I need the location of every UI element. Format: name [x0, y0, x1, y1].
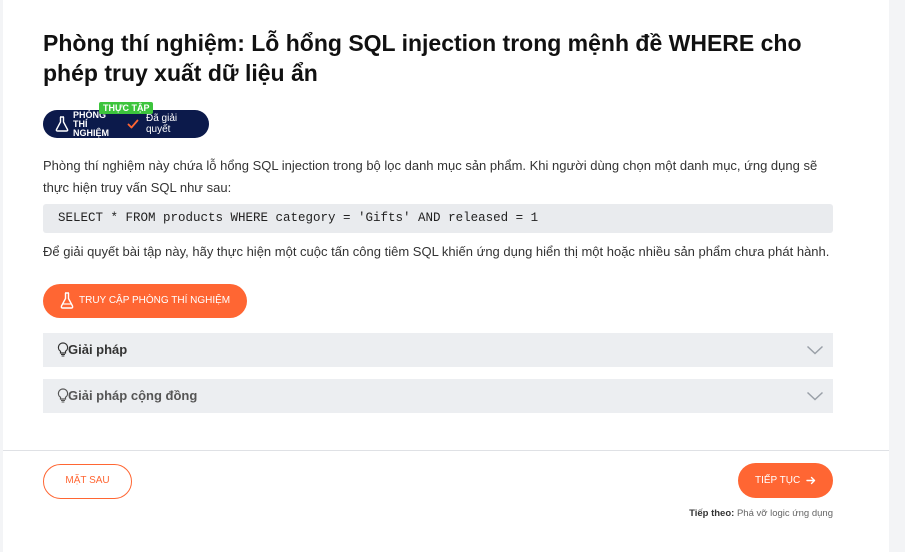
continue-button[interactable]: TIẾP TỤC	[738, 463, 833, 498]
badge-type-label: PHÒNG THÍ NGHIỆM	[73, 110, 109, 138]
lab-status-badge: PHÒNG THÍ NGHIỆM Đã giải quyết	[43, 110, 209, 138]
solution-label: Giải pháp	[68, 342, 128, 357]
lab-description: Phòng thí nghiệm này chứa lỗ hổng SQL in…	[43, 158, 818, 195]
flask-icon	[55, 116, 69, 132]
solution-accordion[interactable]: Giải pháp	[43, 333, 833, 367]
chevron-down-icon[interactable]	[806, 390, 824, 402]
footer-divider	[3, 450, 889, 451]
arrow-right-icon	[806, 476, 816, 485]
practice-tag: THỰC TẬP	[99, 102, 154, 114]
community-solution-label: Giải pháp cộng đồng	[68, 388, 198, 403]
next-lab-hint: Tiếp theo: Phá vỡ logic ứng dụng	[689, 508, 833, 519]
next-hint-link[interactable]: Phá vỡ logic ứng dụng	[737, 508, 833, 519]
continue-label: TIẾP TỤC	[755, 475, 801, 486]
back-button[interactable]: MẶT SAU	[43, 464, 132, 499]
access-lab-label: TRUY CẬP PHÒNG THÍ NGHIỆM	[79, 295, 231, 306]
badge-status-label: Đã giải quyết	[146, 113, 178, 135]
access-lab-button[interactable]: TRUY CẬP PHÒNG THÍ NGHIỆM	[43, 284, 247, 318]
check-icon	[127, 119, 139, 129]
flask-icon	[60, 292, 74, 309]
chevron-down-icon[interactable]	[806, 344, 824, 356]
community-solution-accordion[interactable]: Giải pháp cộng đồng	[43, 379, 833, 413]
page-title: Phòng thí nghiệm: Lỗ hổng SQL injection …	[43, 30, 802, 86]
next-hint-label: Tiếp theo:	[689, 508, 735, 519]
sql-code-block: SELECT * FROM products WHERE category = …	[43, 204, 833, 233]
lab-task: Để giải quyết bài tập này, hãy thực hiện…	[43, 244, 830, 259]
